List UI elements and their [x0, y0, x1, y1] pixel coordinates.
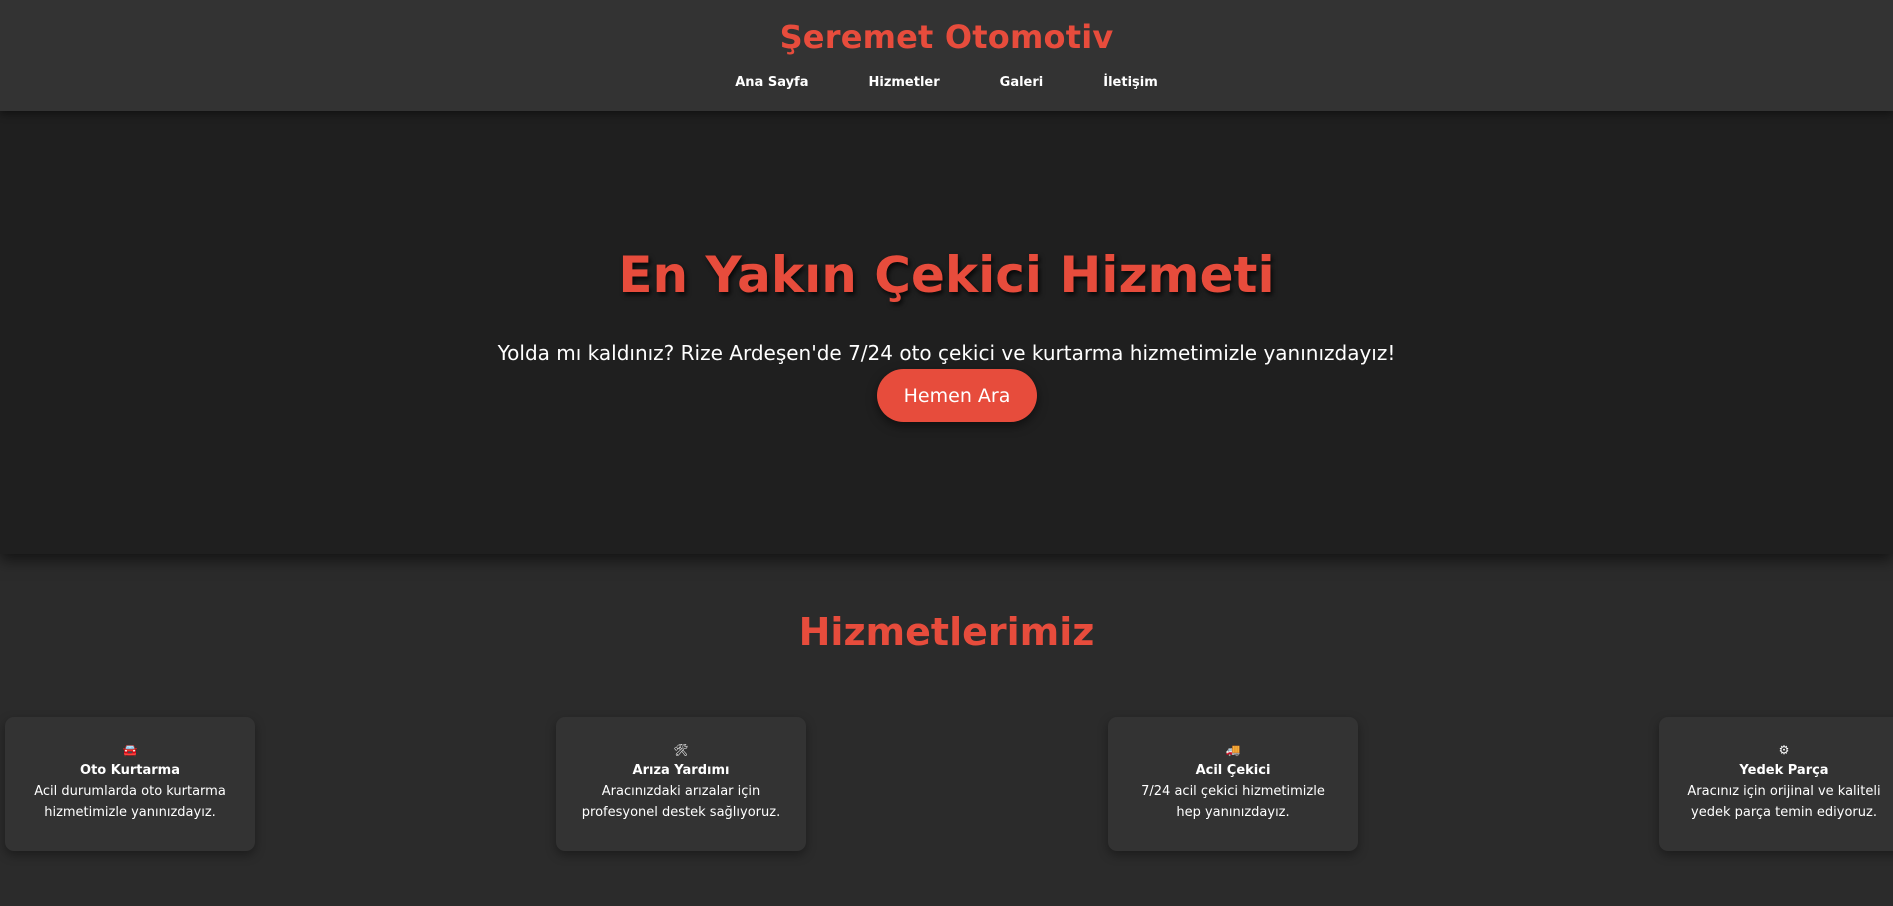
call-now-button[interactable]: Hemen Ara: [877, 369, 1037, 422]
main-nav: Ana Sayfa Hizmetler Galeri İletişim: [0, 75, 1893, 90]
site-header: Şeremet Otomotiv Ana Sayfa Hizmetler Gal…: [0, 0, 1893, 111]
nav-link-services[interactable]: Hizmetler: [868, 75, 939, 90]
nav-link-gallery[interactable]: Galeri: [1000, 75, 1044, 90]
nav-link-contact[interactable]: İletişim: [1103, 75, 1158, 90]
service-card-description: Aracınızdaki arızalar için profesyonel d…: [581, 784, 781, 820]
service-card-acil-cekici[interactable]: 🚚 Acil Çekici 7/24 acil çekici hizmetimi…: [1108, 717, 1358, 851]
gears-icon: ⚙: [1778, 743, 1790, 757]
service-card-description: Acil durumlarda oto kurtarma hizmetimizl…: [34, 784, 226, 820]
hero-section: En Yakın Çekici Hizmeti Yolda mı kaldını…: [0, 111, 1893, 554]
hero-subtitle: Yolda mı kaldınız? Rize Ardeşen'de 7/24 …: [497, 341, 1396, 365]
service-card-title: Acil Çekici: [1195, 763, 1271, 778]
service-card-description: 7/24 acil çekici hizmetimizle hep yanını…: [1141, 784, 1325, 820]
service-card-title: Oto Kurtarma: [80, 763, 180, 778]
hero-title: En Yakın Çekici Hizmeti: [618, 246, 1275, 304]
tow-car-icon: 🚘: [122, 743, 138, 757]
brand-title[interactable]: Şeremet Otomotiv: [0, 18, 1893, 56]
services-title: Hizmetlerimiz: [798, 610, 1095, 654]
truck-icon: 🚚: [1225, 743, 1241, 757]
service-card-ariza-yardimi[interactable]: 🛠 Arıza Yardımı Aracınızdaki arızalar iç…: [556, 717, 806, 851]
service-card-description: Aracınız için orijinal ve kaliteli yedek…: [1687, 784, 1881, 820]
nav-link-home[interactable]: Ana Sayfa: [735, 75, 808, 90]
service-card-yedek-parca[interactable]: ⚙ Yedek Parça Aracınız için orijinal ve …: [1659, 717, 1893, 851]
service-card-title: Arıza Yardımı: [632, 763, 730, 778]
service-card-oto-kurtarma[interactable]: 🚘 Oto Kurtarma Acil durumlarda oto kurta…: [5, 717, 255, 851]
service-card-title: Yedek Parça: [1739, 763, 1829, 778]
tools-icon: 🛠: [673, 743, 689, 757]
